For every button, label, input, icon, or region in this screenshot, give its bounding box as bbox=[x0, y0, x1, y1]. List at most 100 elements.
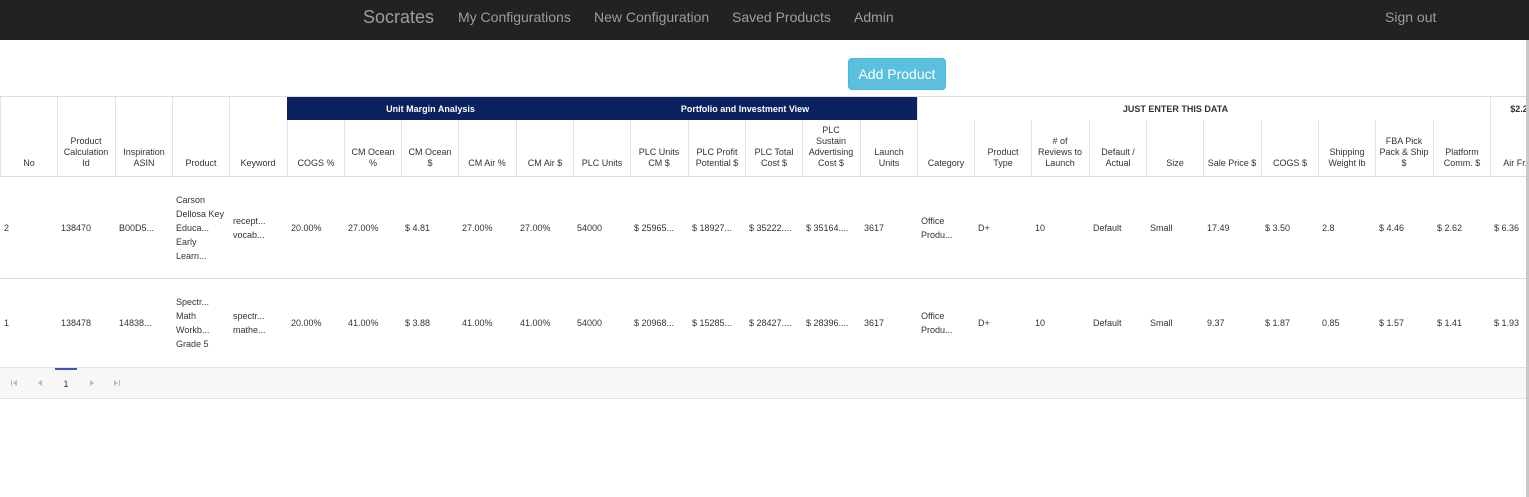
grid-line bbox=[0, 96, 1529, 97]
column-header[interactable]: No bbox=[0, 97, 57, 176]
table-cell[interactable]: 27.00% bbox=[344, 177, 401, 278]
table-cell[interactable]: $ 1.41 bbox=[1433, 279, 1490, 367]
column-header[interactable]: Product Type bbox=[974, 120, 1031, 176]
table-cell[interactable]: Office Produ... bbox=[917, 177, 974, 278]
table-cell[interactable]: 3617 bbox=[860, 177, 917, 278]
nav-my-configurations[interactable]: My Configurations bbox=[458, 9, 571, 25]
column-header[interactable]: Default / Actual bbox=[1089, 120, 1146, 176]
table-cell[interactable]: Default bbox=[1089, 279, 1146, 367]
column-header[interactable]: FBA Pick Pack & Ship $ bbox=[1375, 120, 1432, 176]
add-product-button[interactable]: Add Product bbox=[848, 58, 946, 90]
table-cell[interactable]: Spectr... Math Workb... Grade 5 bbox=[172, 279, 229, 367]
table-cell[interactable]: Carson Dellosa Key Educa... Early Learn.… bbox=[172, 177, 229, 278]
nav-new-configuration[interactable]: New Configuration bbox=[594, 9, 709, 25]
table-cell[interactable]: $ 28427.... bbox=[745, 279, 802, 367]
table-cell[interactable]: spectr... mathe... bbox=[229, 279, 286, 367]
table-cell[interactable]: Default bbox=[1089, 177, 1146, 278]
column-header[interactable]: PLC Total Cost $ bbox=[745, 120, 802, 176]
column-header[interactable]: COGS % bbox=[287, 120, 344, 176]
first-page-icon[interactable] bbox=[6, 368, 22, 398]
table-cell[interactable]: 138478 bbox=[57, 279, 114, 367]
brand-logo[interactable]: Socrates bbox=[363, 7, 434, 28]
table-cell[interactable]: 0.85 bbox=[1318, 279, 1375, 367]
table-cell[interactable]: 10 bbox=[1031, 279, 1088, 367]
table-cell[interactable]: $ 35222.... bbox=[745, 177, 802, 278]
column-header[interactable]: CM Ocean $ bbox=[401, 120, 458, 176]
column-header[interactable]: Launch Units bbox=[860, 120, 917, 176]
table-cell[interactable]: $ 1.93 bbox=[1490, 279, 1529, 367]
nav-saved-products[interactable]: Saved Products bbox=[732, 9, 831, 25]
column-header[interactable]: PLC Sustain Advertising Cost $ bbox=[802, 120, 859, 176]
table-cell[interactable]: 27.00% bbox=[458, 177, 515, 278]
table-cell[interactable]: 138470 bbox=[57, 177, 114, 278]
nav-admin[interactable]: Admin bbox=[854, 9, 894, 25]
column-header[interactable]: Shipping Weight lb bbox=[1318, 120, 1375, 176]
table-cell[interactable]: 10 bbox=[1031, 177, 1088, 278]
table-cell[interactable]: $ 20968... bbox=[630, 279, 687, 367]
column-header[interactable]: PLC Profit Potential $ bbox=[688, 120, 745, 176]
table-cell[interactable]: 20.00% bbox=[287, 279, 344, 367]
column-header[interactable]: Sale Price $ bbox=[1203, 120, 1260, 176]
column-header[interactable]: Category bbox=[917, 120, 974, 176]
table-cell[interactable]: $ 1.57 bbox=[1375, 279, 1432, 367]
table-cell[interactable]: 17.49 bbox=[1203, 177, 1260, 278]
column-header[interactable]: Air Fr. $ bbox=[1490, 120, 1529, 176]
grid-line bbox=[0, 278, 1529, 279]
table-cell[interactable]: $ 1.87 bbox=[1261, 279, 1318, 367]
table-cell[interactable]: Small bbox=[1146, 279, 1203, 367]
table-cell[interactable]: $ 4.46 bbox=[1375, 177, 1432, 278]
table-cell[interactable]: 2.8 bbox=[1318, 177, 1375, 278]
column-header[interactable]: Inspiration ASIN bbox=[115, 97, 172, 176]
next-page-icon[interactable] bbox=[84, 368, 100, 398]
table-cell[interactable]: 9.37 bbox=[1203, 279, 1260, 367]
column-header[interactable]: PLC Units CM $ bbox=[630, 120, 687, 176]
table-cell[interactable]: 27.00% bbox=[516, 177, 573, 278]
table-cell[interactable]: 2 bbox=[0, 177, 57, 278]
table-cell[interactable]: 3617 bbox=[860, 279, 917, 367]
table-cell[interactable]: 54000 bbox=[573, 279, 630, 367]
column-header[interactable]: Product Calculation Id bbox=[57, 97, 114, 176]
table-cell[interactable]: 20.00% bbox=[287, 177, 344, 278]
table-cell[interactable]: $ 15285... bbox=[688, 279, 745, 367]
column-header[interactable]: Keyword bbox=[229, 97, 286, 176]
table-cell[interactable]: $ 4.81 bbox=[401, 177, 458, 278]
table-cell[interactable]: $ 35164.... bbox=[802, 177, 859, 278]
column-header[interactable]: CM Air % bbox=[458, 120, 515, 176]
grid-line bbox=[0, 176, 1529, 177]
table-cell[interactable]: $ 6.36 bbox=[1490, 177, 1529, 278]
table-cell[interactable]: $ 3.88 bbox=[401, 279, 458, 367]
table-cell[interactable]: B00D5... bbox=[115, 177, 172, 278]
column-header[interactable]: Product bbox=[172, 97, 229, 176]
page-number-current[interactable]: 1 bbox=[55, 368, 77, 398]
table-cell[interactable]: $ 25965... bbox=[630, 177, 687, 278]
group-unit-margin-analysis: Unit Margin Analysis bbox=[287, 97, 574, 120]
prev-page-icon[interactable] bbox=[32, 368, 48, 398]
column-header[interactable]: # of Reviews to Launch bbox=[1031, 120, 1088, 176]
table-cell[interactable]: recept... vocab... bbox=[229, 177, 286, 278]
table-cell[interactable]: $ 3.50 bbox=[1261, 177, 1318, 278]
table-cell[interactable]: 54000 bbox=[573, 177, 630, 278]
column-header[interactable]: Platform Comm. $ bbox=[1433, 120, 1490, 176]
column-header[interactable]: COGS $ bbox=[1261, 120, 1318, 176]
table-cell[interactable]: Office Produ... bbox=[917, 279, 974, 367]
column-header[interactable]: CM Air $ bbox=[516, 120, 573, 176]
table-cell[interactable]: Small bbox=[1146, 177, 1203, 278]
table-cell[interactable]: D+ bbox=[974, 279, 1031, 367]
table-cell[interactable]: $ 2.62 bbox=[1433, 177, 1490, 278]
column-header[interactable]: CM Ocean % bbox=[344, 120, 401, 176]
table-cell[interactable]: 1 bbox=[0, 279, 57, 367]
table-cell[interactable]: 14838... bbox=[115, 279, 172, 367]
group-portfolio-investment-view: Portfolio and Investment View bbox=[573, 97, 917, 120]
table-cell[interactable]: $ 28396.... bbox=[802, 279, 859, 367]
table-cell[interactable]: $ 18927... bbox=[688, 177, 745, 278]
table-cell[interactable]: 41.00% bbox=[516, 279, 573, 367]
column-header[interactable]: PLC Units bbox=[573, 120, 630, 176]
table-cell[interactable]: 41.00% bbox=[344, 279, 401, 367]
table-cell[interactable]: D+ bbox=[974, 177, 1031, 278]
grid-pager: 1 bbox=[0, 367, 1529, 399]
nav-sign-out[interactable]: Sign out bbox=[1385, 9, 1436, 25]
table-cell[interactable]: 41.00% bbox=[458, 279, 515, 367]
group-cut-off: $2.2 bbox=[1490, 97, 1529, 120]
last-page-icon[interactable] bbox=[109, 368, 125, 398]
column-header[interactable]: Size bbox=[1146, 120, 1203, 176]
